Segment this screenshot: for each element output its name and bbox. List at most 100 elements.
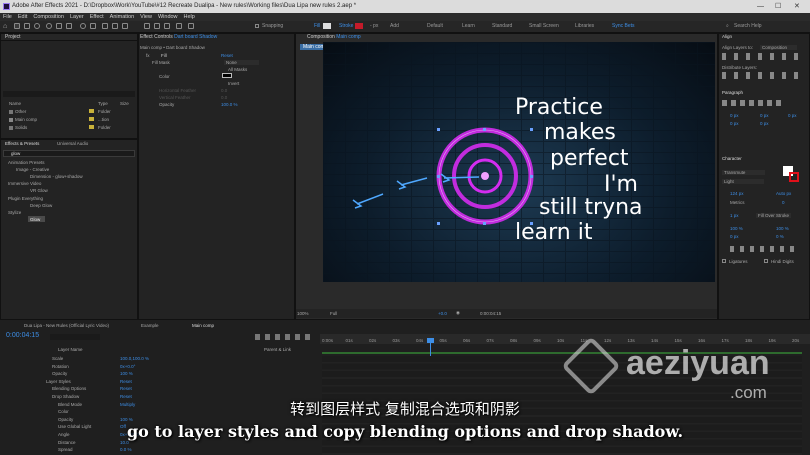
timeline-search-field[interactable] [50, 334, 100, 340]
paragraph-align-buttons[interactable] [722, 100, 782, 106]
leading-value[interactable]: Auto px [776, 191, 791, 196]
distribute-buttons[interactable] [722, 72, 806, 79]
project-item[interactable]: Other [9, 109, 26, 114]
effects-tree-item[interactable]: Immersive Video [8, 181, 41, 186]
menu-effect[interactable]: Effect [90, 13, 104, 21]
snapping-checkbox[interactable] [255, 24, 259, 28]
baseline-shift-value[interactable]: 0 px [730, 234, 739, 239]
minimize-button[interactable]: — [757, 0, 764, 13]
pan-tool-icon[interactable] [56, 23, 62, 29]
brush-tool-icon[interactable] [144, 23, 150, 29]
timeline-property-value[interactable]: 100.0,100.0 % [120, 356, 149, 361]
snapshot-icon[interactable]: ◉ [456, 310, 460, 316]
align-target-dropdown[interactable]: Composition [760, 45, 798, 50]
timeline-property-value[interactable]: 0.0 % [120, 447, 132, 452]
orbit-tool-icon[interactable] [46, 23, 52, 29]
hindi-digits-checkbox[interactable] [764, 259, 768, 263]
timeline-property-label[interactable]: Spread [58, 447, 73, 452]
workspace-default[interactable]: Default [427, 23, 443, 29]
workspace-standard[interactable]: Standard [492, 23, 512, 29]
project-col-size[interactable]: Size [120, 101, 129, 106]
stroke-swatch[interactable] [355, 23, 363, 29]
font-style-dropdown[interactable]: Light [722, 179, 764, 184]
timeline-current-time[interactable]: 0:00:04:15 [6, 332, 39, 339]
close-button[interactable]: ✕ [794, 0, 800, 13]
effects-search-input[interactable] [3, 150, 135, 157]
effect-param-value[interactable]: Invert [228, 81, 239, 86]
stroke-width-value[interactable]: 1 px [730, 213, 739, 218]
tracking-value[interactable]: 0 [782, 200, 785, 205]
effects-tree-item[interactable]: Stylize [8, 210, 21, 215]
time-marker[interactable] [427, 338, 434, 343]
timeline-property-value[interactable]: Reset [120, 386, 132, 391]
search-icon[interactable]: ⌕ [726, 23, 729, 29]
project-col-name[interactable]: Name [9, 101, 21, 106]
text-tool-icon[interactable] [122, 23, 128, 29]
indent-left-value[interactable]: 0 px [730, 113, 739, 118]
composition-tab[interactable]: Composition Main comp [307, 34, 361, 40]
font-family-dropdown[interactable]: Transmute [722, 170, 766, 175]
timeline-switches[interactable] [255, 334, 313, 340]
menu-view[interactable]: View [140, 13, 152, 21]
color-swatch[interactable] [222, 73, 232, 78]
composition-viewer[interactable]: Practice makes perfect I'm still tryna l… [323, 42, 715, 282]
tab-universal-audio[interactable]: Universal Audio [57, 141, 88, 146]
space-after-value[interactable]: 0 px [760, 121, 769, 126]
fx-toggle-icon[interactable]: fx [146, 53, 150, 58]
effect-param-value[interactable]: None [224, 60, 259, 65]
workspace-small-screen[interactable]: Small Screen [529, 23, 559, 29]
project-search-field[interactable] [3, 91, 135, 97]
zoom-dropdown[interactable]: 100% [297, 311, 309, 316]
effects-tree-item[interactable]: Dimension - glow+shadow [30, 174, 83, 179]
parent-link-column[interactable]: Parent & Link [264, 347, 291, 352]
horizontal-scale-value[interactable]: 100 % [776, 226, 789, 231]
font-size-value[interactable]: 124 px [730, 191, 744, 196]
effects-tree-item[interactable]: Deep Glow [30, 203, 52, 208]
text-style-buttons[interactable] [730, 246, 800, 252]
stroke-label[interactable]: Stroke [339, 23, 353, 29]
exposure-value[interactable]: +0.0 [438, 311, 447, 316]
add-label[interactable]: Add [390, 23, 399, 29]
tab-effects-presets[interactable]: Effects & Presets [5, 141, 39, 146]
effect-reset-link[interactable]: Reset [221, 53, 233, 58]
rectangle-tool-icon[interactable] [102, 23, 108, 29]
menu-composition[interactable]: Composition [33, 13, 64, 21]
timeline-property-value[interactable]: 100 % [120, 371, 133, 376]
project-item[interactable]: Main comp [9, 117, 37, 122]
stroke-type-dropdown[interactable]: Fill Over Stroke [756, 213, 792, 218]
effects-tree-item[interactable]: Plugin Everything [8, 196, 43, 201]
ligatures-checkbox[interactable] [722, 259, 726, 263]
workspace-learn[interactable]: Learn [462, 23, 475, 29]
effects-tree-item[interactable]: VR Glow [30, 188, 48, 193]
stroke-width[interactable]: - px [370, 23, 378, 29]
menu-file[interactable]: File [3, 13, 12, 21]
search-help-input[interactable]: Search Help [734, 23, 762, 29]
timeline-property-label[interactable]: Blending Options [52, 386, 86, 391]
effect-controls-tab[interactable]: Effect Controls Dart board Shadow [140, 34, 217, 40]
effects-tree-item[interactable]: Animation Presets [8, 160, 45, 165]
menu-animation[interactable]: Animation [110, 13, 134, 21]
indent-right-value[interactable]: 0 px [760, 113, 769, 118]
menu-help[interactable]: Help [184, 13, 195, 21]
timeline-tab[interactable]: Dua Lipa - New Rules (Official Lyric Vid… [24, 323, 109, 328]
effect-param-value[interactable]: 100.0 % [221, 102, 238, 107]
workspace-active[interactable]: Sync Bets [612, 23, 635, 29]
timeline-property-label[interactable]: Layer Styles [46, 379, 71, 384]
dolly-tool-icon[interactable] [66, 23, 72, 29]
timeline-property-value[interactable]: 0x+0.0° [120, 364, 135, 369]
home-icon[interactable]: ⌂ [3, 23, 7, 30]
effects-tree-item[interactable]: Glow [30, 217, 40, 222]
menu-layer[interactable]: Layer [70, 13, 84, 21]
roto-tool-icon[interactable] [176, 23, 182, 29]
menu-window[interactable]: Window [158, 13, 178, 21]
selection-tool-icon[interactable] [14, 23, 20, 29]
current-time-display[interactable]: 0:00:04:15 [480, 311, 501, 316]
clone-tool-icon[interactable] [154, 23, 160, 29]
space-before-value[interactable]: 0 px [730, 121, 739, 126]
layer-name-column[interactable]: Layer Name [58, 347, 83, 352]
indent-first-value[interactable]: 0 px [788, 113, 797, 118]
timeline-property-value[interactable]: Reset [120, 379, 132, 384]
effect-param-value[interactable]: All Masks [228, 67, 247, 72]
effect-param-value[interactable]: 0.0 [221, 88, 227, 93]
timeline-property-label[interactable]: Scale [52, 356, 63, 361]
